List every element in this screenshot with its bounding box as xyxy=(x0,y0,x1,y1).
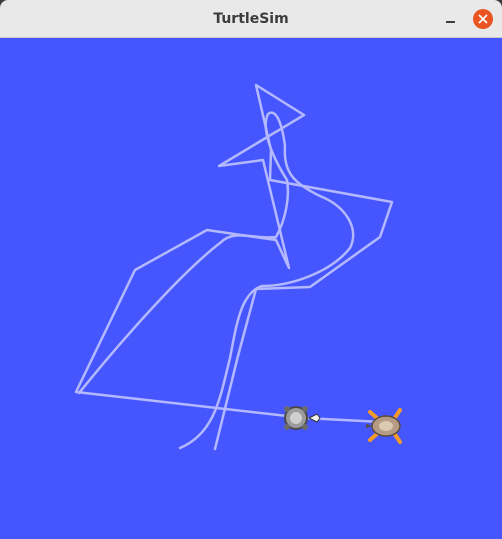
minimize-icon xyxy=(446,21,455,23)
close-button[interactable] xyxy=(473,9,493,29)
turtle-canvas xyxy=(0,38,502,539)
minimize-button[interactable] xyxy=(440,9,460,29)
close-icon xyxy=(478,14,488,24)
title-bar[interactable]: TurtleSim xyxy=(0,0,502,38)
canvas-background xyxy=(0,38,502,539)
window-title: TurtleSim xyxy=(213,11,289,27)
turtlesim-window: TurtleSim xyxy=(0,0,502,539)
turtle-canvas-svg xyxy=(0,38,502,539)
